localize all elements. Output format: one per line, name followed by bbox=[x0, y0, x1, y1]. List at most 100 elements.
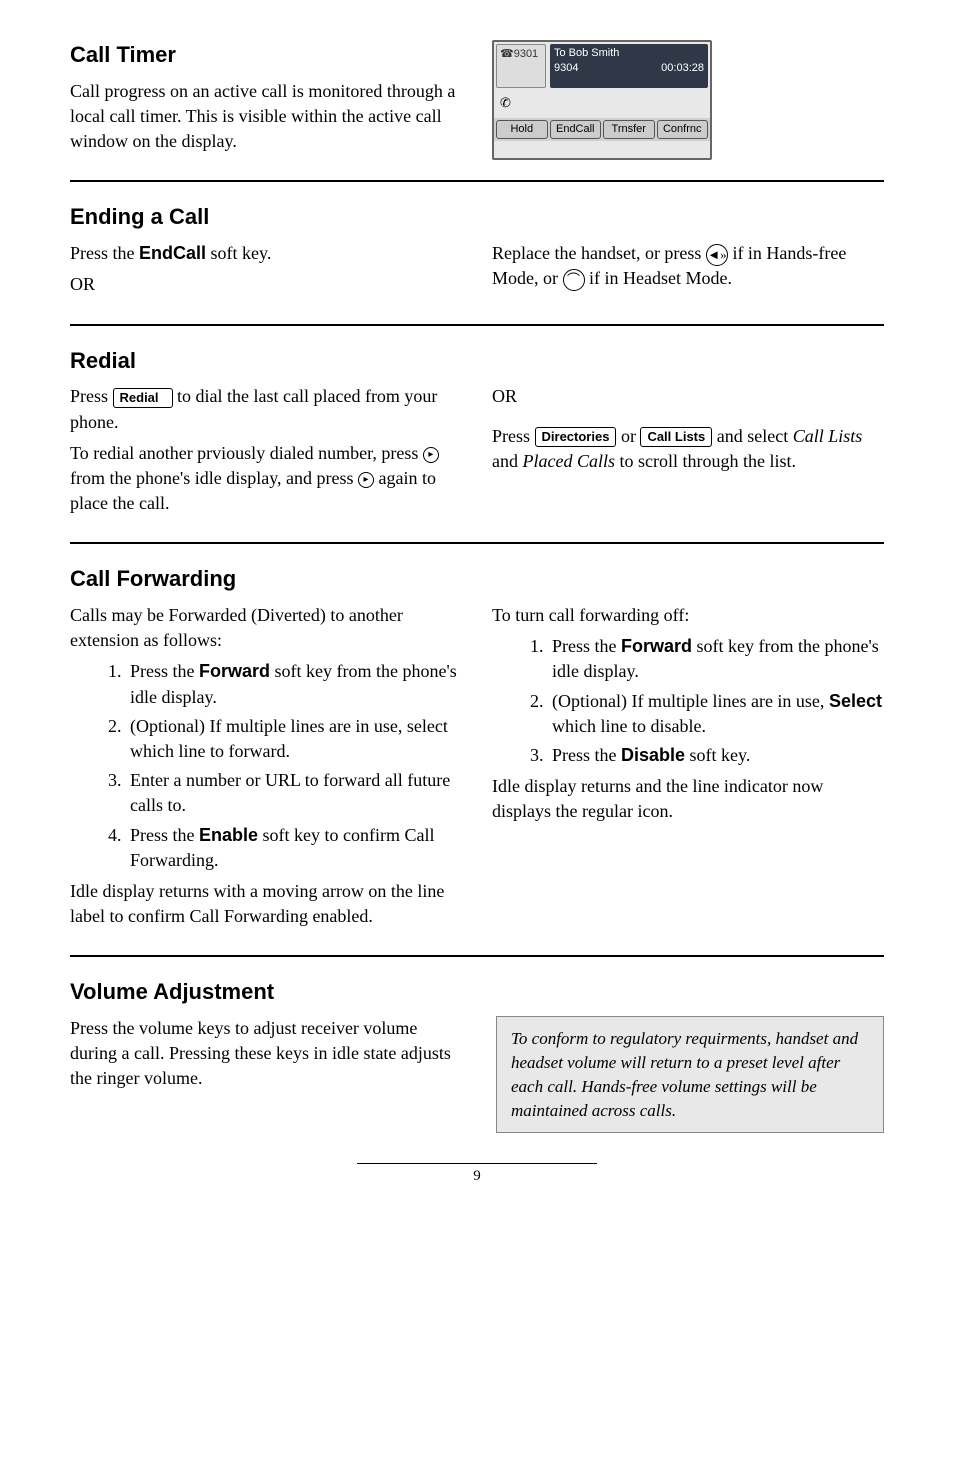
forward-label: Forward bbox=[621, 636, 692, 656]
enable-label: Enable bbox=[199, 825, 258, 845]
fwd-on-s4-pre: Press the bbox=[130, 825, 199, 845]
right-arrow-icon: ▸ bbox=[423, 447, 439, 463]
forwarding-cols: Calls may be Forwarded (Diverted) to ano… bbox=[70, 603, 884, 935]
phone-title-row: 9304 00:03:28 bbox=[554, 61, 704, 76]
call-timer-heading: Call Timer bbox=[70, 40, 462, 71]
ending-right-post: if in Headset Mode. bbox=[585, 268, 732, 288]
volume-cols: Press the volume keys to adjust receiver… bbox=[70, 1016, 884, 1133]
phone-title-line1: To Bob Smith bbox=[554, 46, 704, 61]
redial-heading: Redial bbox=[70, 346, 884, 377]
phone-screen-col: ☎9301 To Bob Smith 9304 00:03:28 ✆ Hold … bbox=[492, 40, 884, 160]
fwd-on-step4: Press the Enable soft key to confirm Cal… bbox=[126, 823, 462, 873]
redial-italic2: Placed Calls bbox=[523, 451, 616, 471]
ending-call-right-p: Replace the handset, or press ◄» if in H… bbox=[492, 241, 884, 291]
right-arrow-icon: ▸ bbox=[358, 472, 374, 488]
phone-softkeys: Hold EndCall Trnsfer Confrnc bbox=[494, 118, 710, 141]
call-timer-section: Call Timer Call progress on an active ca… bbox=[70, 40, 884, 160]
forwarding-after-on: Idle display returns with a moving arrow… bbox=[70, 879, 462, 929]
phone-ext: 9301 bbox=[514, 48, 538, 60]
ending-left-pre: Press the bbox=[70, 243, 139, 263]
softkey-endcall: EndCall bbox=[550, 120, 602, 139]
redial-italic1: Call Lists bbox=[793, 426, 863, 446]
volume-left: Press the volume keys to adjust receiver… bbox=[70, 1016, 462, 1133]
phone-icon-row: ✆ bbox=[494, 90, 710, 118]
redial-right-p: Press Directories or Call Lists and sele… bbox=[492, 424, 884, 474]
fwd-off-s3-pre: Press the bbox=[552, 745, 621, 765]
page-number: 9 bbox=[357, 1163, 597, 1187]
handset-icon: ✆ bbox=[500, 95, 511, 110]
redial-right: OR Press Directories or Call Lists and s… bbox=[492, 384, 884, 522]
redial-p1: Press Redial to dial the last call place… bbox=[70, 384, 462, 434]
redial-left: Press Redial to dial the last call place… bbox=[70, 384, 462, 522]
phone-number: 9304 bbox=[554, 61, 578, 76]
redial-key: Redial bbox=[113, 388, 173, 408]
fwd-on-step2: (Optional) If multiple lines are in use,… bbox=[126, 714, 462, 764]
volume-right: To conform to regulatory requirments, ha… bbox=[492, 1016, 884, 1133]
volume-body: Press the volume keys to adjust receiver… bbox=[70, 1016, 462, 1092]
ending-call-or: OR bbox=[70, 272, 462, 297]
ending-call-cols: Press the EndCall soft key. OR Replace t… bbox=[70, 241, 884, 303]
softkey-hold: Hold bbox=[496, 120, 548, 139]
redial-or: OR bbox=[492, 384, 884, 409]
fwd-off-step3: Press the Disable soft key. bbox=[548, 743, 884, 768]
fwd-on-step3: Enter a number or URL to forward all fut… bbox=[126, 768, 462, 818]
redial-p2-pre: To redial another prviously dialed numbe… bbox=[70, 443, 423, 463]
forwarding-steps-on: Press the Forward soft key from the phon… bbox=[70, 659, 462, 873]
ending-call-right: Replace the handset, or press ◄» if in H… bbox=[492, 241, 884, 303]
fwd-off-s3-post: soft key. bbox=[685, 745, 750, 765]
forwarding-heading: Call Forwarding bbox=[70, 564, 884, 595]
calllists-key: Call Lists bbox=[640, 427, 712, 447]
redial-or-word: or bbox=[616, 426, 640, 446]
redial-right-end: to scroll through the list. bbox=[615, 451, 796, 471]
ending-left-post: soft key. bbox=[206, 243, 271, 263]
redial-right-post1: and select bbox=[712, 426, 792, 446]
redial-section: Redial Press Redial to dial the last cal… bbox=[70, 346, 884, 523]
headset-icon: ⌒ bbox=[563, 269, 585, 291]
divider bbox=[70, 180, 884, 182]
fwd-off-s1-pre: Press the bbox=[552, 636, 621, 656]
divider bbox=[70, 324, 884, 326]
ending-call-left: Press the EndCall soft key. OR bbox=[70, 241, 462, 303]
forwarding-left: Calls may be Forwarded (Diverted) to ano… bbox=[70, 603, 462, 935]
speaker-icon: ◄» bbox=[706, 244, 728, 266]
phone-title-bar: To Bob Smith 9304 00:03:28 bbox=[550, 44, 708, 88]
forwarding-right: To turn call forwarding off: Press the F… bbox=[492, 603, 884, 935]
ending-call-heading: Ending a Call bbox=[70, 202, 884, 233]
call-timer-text-col: Call Timer Call progress on an active ca… bbox=[70, 40, 462, 160]
redial-right-press: Press bbox=[492, 426, 535, 446]
forwarding-off-intro: To turn call forwarding off: bbox=[492, 603, 884, 628]
disable-label: Disable bbox=[621, 745, 685, 765]
phone-screen-top: ☎9301 To Bob Smith 9304 00:03:28 bbox=[494, 42, 710, 90]
phone-ext-box: ☎9301 bbox=[496, 44, 546, 88]
forwarding-intro: Calls may be Forwarded (Diverted) to ano… bbox=[70, 603, 462, 653]
redial-press: Press bbox=[70, 386, 113, 406]
redial-p2-mid: from the phone's idle display, and press bbox=[70, 468, 358, 488]
ending-call-section: Ending a Call Press the EndCall soft key… bbox=[70, 202, 884, 303]
fwd-off-s2-post: which line to disable. bbox=[552, 716, 706, 736]
select-label: Select bbox=[829, 691, 882, 711]
phone-timer: 00:03:28 bbox=[661, 61, 704, 76]
softkey-confrnc: Confrnc bbox=[657, 120, 709, 139]
directories-key: Directories bbox=[535, 427, 617, 447]
redial-p2: To redial another prviously dialed numbe… bbox=[70, 441, 462, 517]
divider bbox=[70, 955, 884, 957]
fwd-off-step2: (Optional) If multiple lines are in use,… bbox=[548, 689, 884, 739]
redial-and: and bbox=[492, 451, 523, 471]
fwd-off-step1: Press the Forward soft key from the phon… bbox=[548, 634, 884, 684]
ending-right-pre: Replace the handset, or press bbox=[492, 243, 706, 263]
endcall-label: EndCall bbox=[139, 243, 206, 263]
volume-heading: Volume Adjustment bbox=[70, 977, 884, 1008]
fwd-on-step1: Press the Forward soft key from the phon… bbox=[126, 659, 462, 709]
forward-label: Forward bbox=[199, 661, 270, 681]
softkey-trnsfer: Trnsfer bbox=[603, 120, 655, 139]
volume-section: Volume Adjustment Press the volume keys … bbox=[70, 977, 884, 1133]
phone-screen: ☎9301 To Bob Smith 9304 00:03:28 ✆ Hold … bbox=[492, 40, 712, 160]
divider bbox=[70, 542, 884, 544]
forwarding-steps-off: Press the Forward soft key from the phon… bbox=[492, 634, 884, 768]
fwd-on-s1-pre: Press the bbox=[130, 661, 199, 681]
call-timer-body: Call progress on an active call is monit… bbox=[70, 79, 462, 155]
fwd-off-s2-pre: (Optional) If multiple lines are in use, bbox=[552, 691, 829, 711]
ending-call-left-p1: Press the EndCall soft key. bbox=[70, 241, 462, 266]
forwarding-section: Call Forwarding Calls may be Forwarded (… bbox=[70, 564, 884, 935]
volume-note-box: To conform to regulatory requirments, ha… bbox=[496, 1016, 884, 1133]
